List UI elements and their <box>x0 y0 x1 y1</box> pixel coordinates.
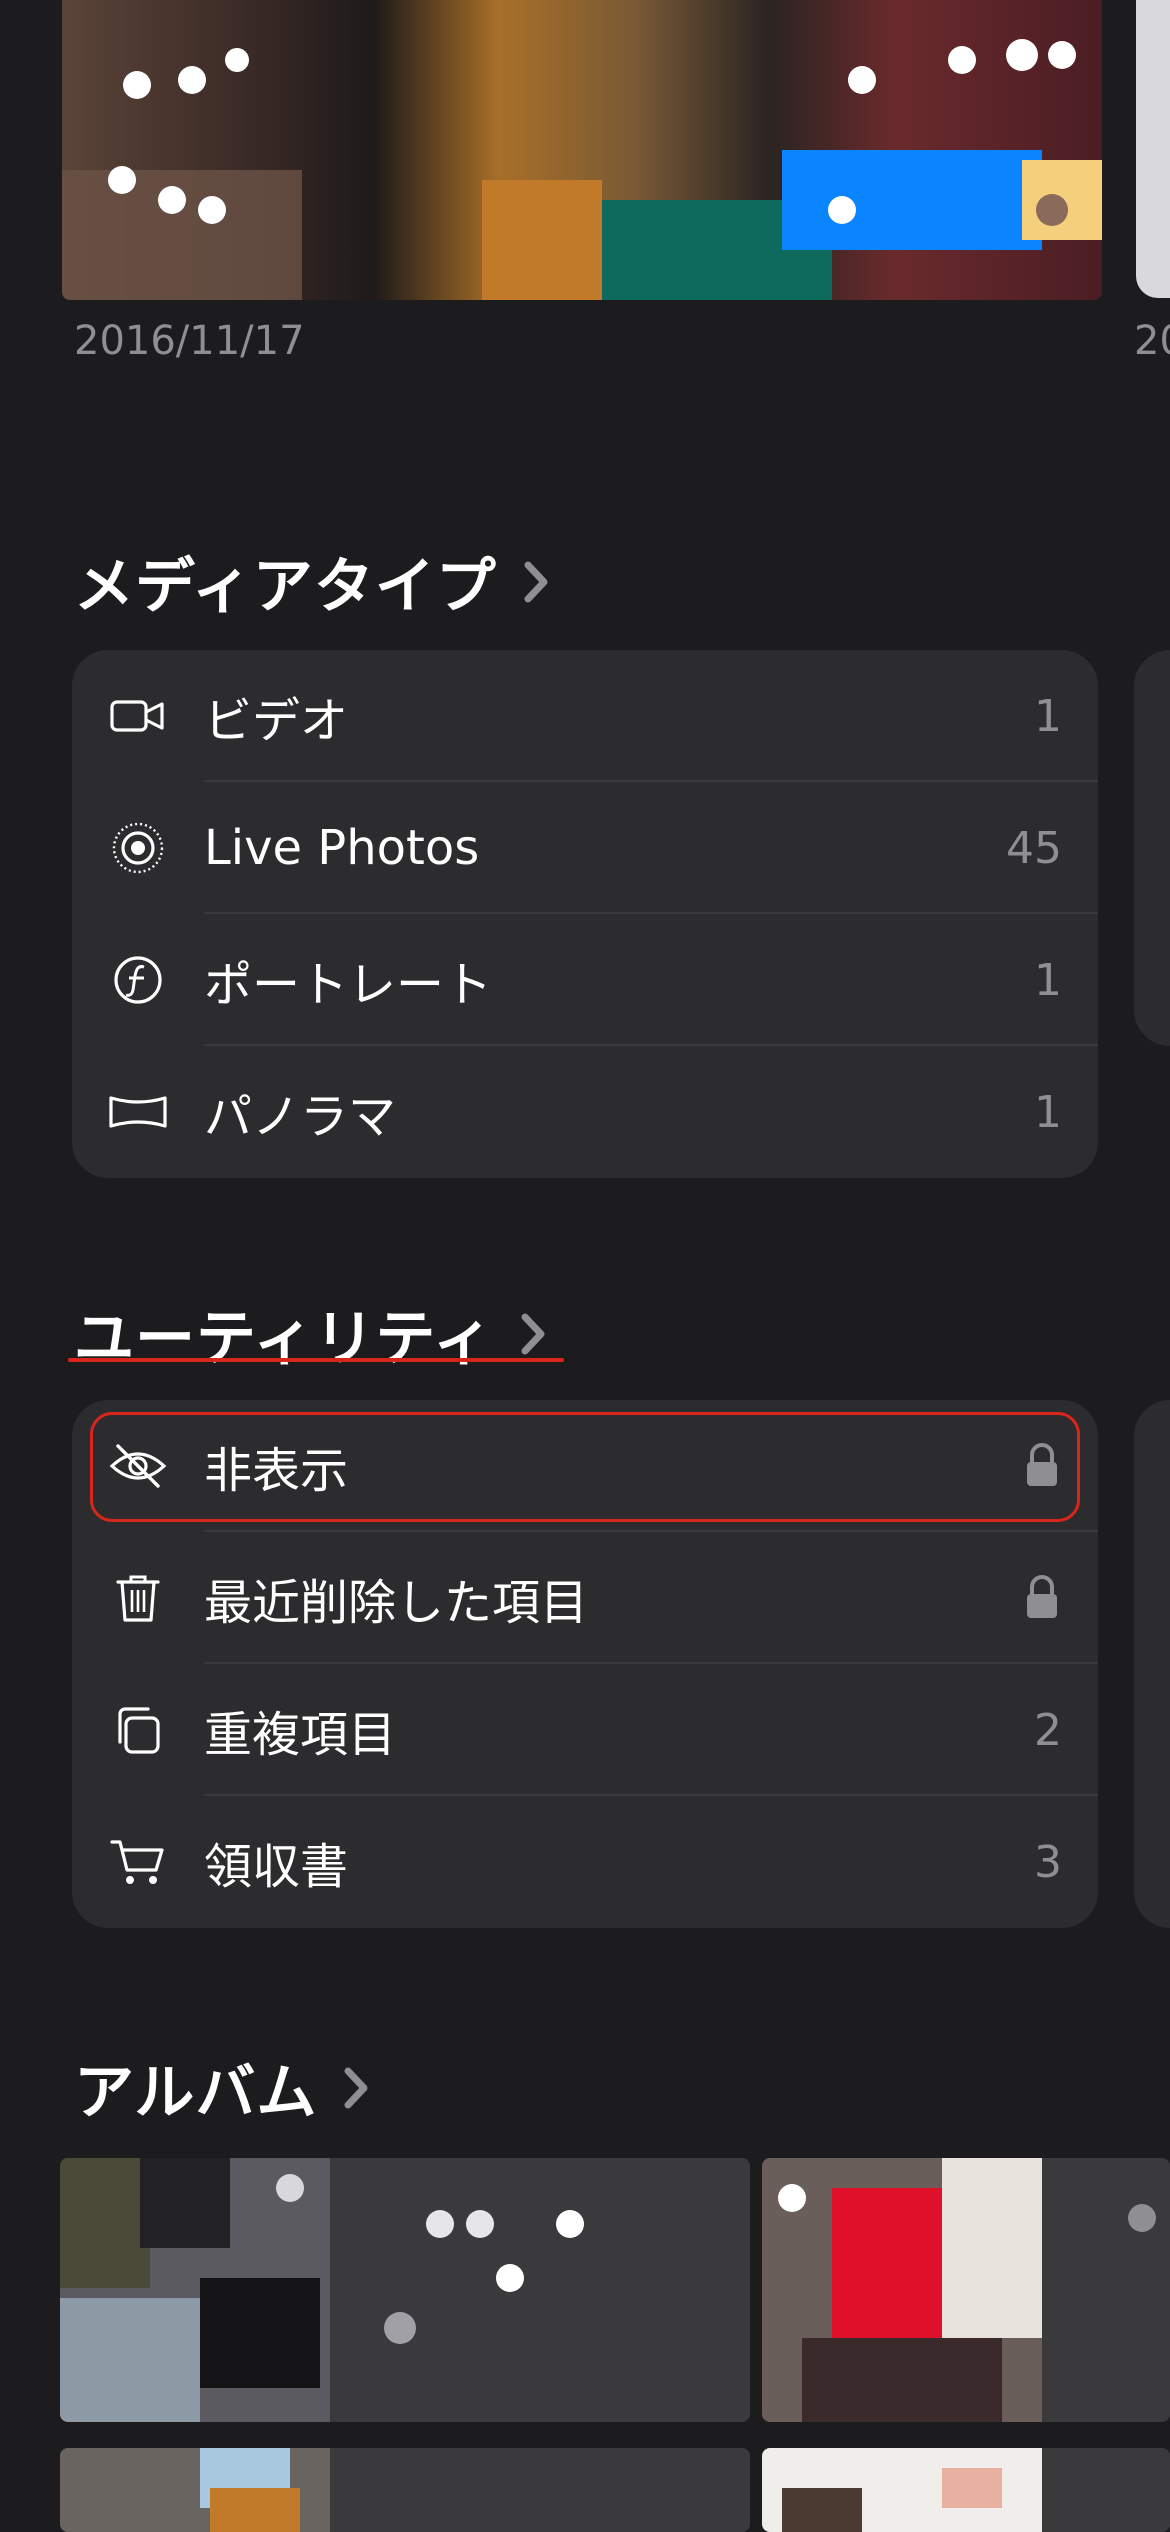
media-type-video-row[interactable]: ビデオ 1 <box>72 650 1098 782</box>
media-types-list: ビデオ 1 Live Photos 45 ポートレート 1 パノラマ 1 <box>72 650 1098 1178</box>
row-label: パノラマ <box>204 1089 397 1145</box>
utility-hidden-row[interactable]: 非表示 <box>72 1400 1098 1532</box>
panorama-icon <box>108 1082 168 1142</box>
cart-icon <box>108 1832 168 1892</box>
album-thumbnail[interactable] <box>60 2158 750 2422</box>
live-photos-icon <box>108 818 168 878</box>
eye-slash-icon <box>108 1436 168 1496</box>
row-count: 45 <box>1006 822 1062 874</box>
media-type-panorama-row[interactable]: パノラマ 1 <box>72 1046 1098 1178</box>
next-card-peek <box>1134 1400 1170 1928</box>
media-type-portrait-row[interactable]: ポートレート 1 <box>72 914 1098 1046</box>
photo-date: 2016/11/17 <box>74 318 305 364</box>
lock-icon <box>1027 1443 1057 1486</box>
next-card-peek <box>1134 650 1170 1046</box>
media-type-live-photos-row[interactable]: Live Photos 45 <box>72 782 1098 914</box>
chevron-right-icon <box>521 1313 545 1354</box>
album-thumbnail[interactable] <box>762 2448 1170 2532</box>
chevron-right-icon <box>524 561 548 602</box>
lock-icon <box>1027 1575 1057 1618</box>
row-count: 1 <box>1034 690 1062 742</box>
utilities-header[interactable]: ユーティリティ <box>74 1290 548 1377</box>
row-count: 3 <box>1034 1836 1062 1888</box>
media-types-title: メディアタイプ <box>74 552 497 622</box>
row-label: 最近削除した項目 <box>204 1575 589 1631</box>
utilities-list: 非表示 最近削除した項目 重複項目 2 領収書 3 <box>72 1400 1098 1928</box>
trash-icon <box>108 1568 168 1628</box>
next-photo-date: 20 <box>1134 318 1170 364</box>
album-thumbnail[interactable] <box>60 2448 750 2532</box>
media-types-header[interactable]: メディアタイプ <box>74 538 551 625</box>
row-label: ビデオ <box>204 693 349 749</box>
album-thumbnail[interactable] <box>762 2158 1170 2422</box>
utilities-title: ユーティリティ <box>74 1304 494 1374</box>
utility-recently-deleted-row[interactable]: 最近削除した項目 <box>72 1532 1098 1664</box>
albums-header[interactable]: アルバム <box>74 2044 371 2131</box>
video-camera-icon <box>108 686 168 746</box>
highlight-underline <box>68 1358 564 1362</box>
row-count: 1 <box>1034 1086 1062 1138</box>
utility-duplicates-row[interactable]: 重複項目 2 <box>72 1664 1098 1796</box>
row-label: 非表示 <box>204 1443 349 1499</box>
row-count: 2 <box>1034 1704 1062 1756</box>
albums-title: アルバム <box>74 2058 318 2128</box>
row-label: 領収書 <box>204 1839 349 1895</box>
duplicate-icon <box>108 1700 168 1760</box>
next-photo-thumbnail[interactable] <box>1136 0 1170 298</box>
portrait-aperture-icon <box>108 950 168 1010</box>
recent-photo-thumbnail[interactable] <box>62 0 1102 300</box>
row-label: Live Photos <box>204 820 480 876</box>
utility-receipts-row[interactable]: 領収書 3 <box>72 1796 1098 1928</box>
row-label: ポートレート <box>204 957 493 1013</box>
row-count: 1 <box>1034 954 1062 1006</box>
row-label: 重複項目 <box>204 1707 397 1763</box>
chevron-right-icon <box>344 2067 368 2108</box>
